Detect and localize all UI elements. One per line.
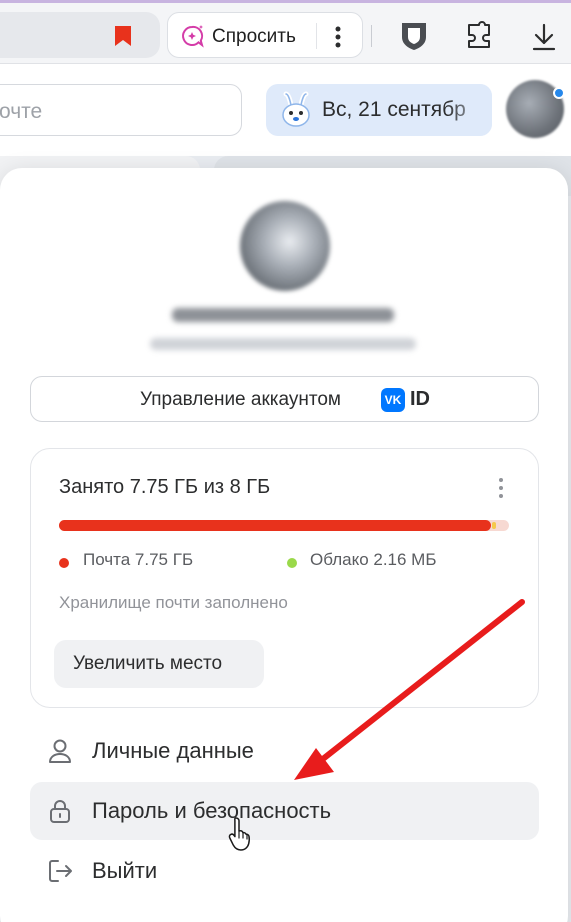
vk-logo-icon: VK (381, 388, 405, 412)
manage-account-label: Управление аккаунтом (140, 389, 341, 410)
increase-storage-label: Увеличить место (73, 653, 223, 674)
logout-icon (49, 860, 72, 882)
profile-avatar (240, 201, 330, 291)
storage-progress-fill (59, 520, 491, 531)
fade-overlay (446, 84, 492, 136)
manage-account-button[interactable]: Управление аккаунтом VK ID (30, 376, 539, 422)
legend-dot-mail (59, 558, 69, 568)
legend-mail: Почта 7.75 ГБ (83, 550, 194, 569)
storage-progress-cloud-segment (492, 522, 496, 529)
increase-storage-button[interactable]: Увеличить место (54, 640, 264, 688)
lock-icon (50, 800, 70, 823)
toolbar-separator (371, 25, 372, 47)
legend-dot-cloud (287, 558, 297, 568)
vk-id-label: ID (410, 388, 430, 410)
user-icon (49, 739, 71, 763)
ask-sparkle-icon (182, 25, 204, 48)
account-dropdown: Управление аккаунтом VK ID Занято 7.75 Г… (0, 168, 568, 922)
storage-progress-bar (59, 520, 509, 531)
browser-toolbar: Спросить (0, 0, 571, 64)
menu-item-label: Личные данные (92, 738, 254, 763)
address-bar[interactable] (0, 12, 160, 58)
date-widget[interactable]: Вс, 21 сентябр (266, 84, 492, 136)
mail-header: очте Вс, 21 сентябр (0, 64, 571, 156)
more-vertical-icon[interactable] (497, 477, 505, 499)
menu-item-label: Выйти (92, 858, 158, 883)
more-vertical-icon[interactable] (334, 25, 342, 49)
menu-item-logout[interactable]: Выйти (30, 842, 539, 900)
red-arrow-annotation (294, 599, 525, 780)
menu-item-password-security[interactable]: Пароль и безопасность (30, 782, 539, 840)
shield-icon[interactable] (398, 20, 430, 52)
ask-label: Спросить (212, 26, 296, 47)
bookmark-icon[interactable] (113, 25, 133, 47)
download-icon[interactable] (530, 22, 558, 52)
date-label: Вс, 21 сентябр (322, 98, 466, 121)
blurred-user-name (172, 308, 394, 322)
divider (316, 23, 317, 49)
menu-item-label: Пароль и безопасность (92, 798, 332, 823)
storage-title: Занято 7.75 ГБ из 8 ГБ (59, 476, 271, 498)
legend-cloud: Облако 2.16 МБ (310, 550, 437, 569)
notification-dot (553, 87, 565, 99)
blurred-user-email (150, 338, 416, 350)
search-placeholder: очте (0, 100, 43, 123)
extensions-icon[interactable] (463, 20, 495, 52)
bunny-mascot-icon (282, 91, 310, 127)
ask-button[interactable]: Спросить (167, 12, 363, 58)
storage-warning: Хранилище почти заполнено (59, 593, 288, 612)
hand-cursor-icon (228, 817, 250, 851)
search-input[interactable]: очте (0, 84, 242, 136)
